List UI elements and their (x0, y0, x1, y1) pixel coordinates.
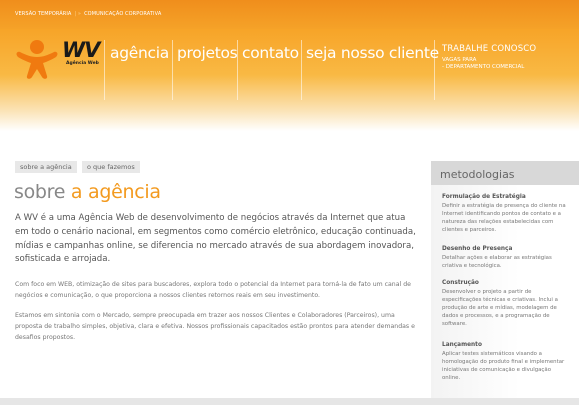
tab-o-que-fazemos[interactable]: o que fazemos (82, 161, 140, 173)
methodology-item: Formulação de Estratégia Definir a estra… (442, 194, 567, 234)
page-title: sobre a agência (14, 181, 161, 203)
body-paragraph: Estamos em sintonia com o Mercado, sempr… (15, 312, 415, 341)
nav-item-projetos[interactable]: projetos (177, 40, 238, 62)
careers-link-vagas[interactable]: VAGAS PARA (442, 57, 536, 64)
logo-wordmark: WV (62, 38, 100, 62)
methodology-title: Construção (442, 280, 479, 286)
methodology-title: Lançamento (442, 342, 482, 348)
site-header: WV Agência Web agência projetos contato … (0, 29, 579, 131)
nav-divider (434, 40, 435, 100)
methodology-title: Formulação de Estratégia (442, 194, 526, 200)
methodology-item: Lançamento Aplicar testes sistemáticos v… (442, 342, 567, 382)
body-paragraph: Com foco em WEB, otimização de sites par… (15, 281, 411, 299)
page-title-accent: a agência (70, 181, 161, 203)
methodology-title: Desenho de Presença (442, 246, 513, 252)
methodology-item: Desenho de Presença Detalhar ações e ela… (442, 246, 567, 270)
methodology-text: Desenvolver o projeto a partir de especi… (442, 289, 558, 327)
nav-item-agencia[interactable]: agência (110, 40, 169, 62)
intro-paragraph: A WV é a uma Agência Web de desenvolvime… (15, 213, 416, 265)
version-label: VERSÃO TEMPORÁRIA (15, 11, 72, 17)
methodology-item: Construção Desenvolver o projeto a parti… (442, 280, 567, 328)
nav-divider (237, 40, 238, 100)
sidebar-title: metodologias (440, 168, 515, 181)
nav-divider (104, 40, 105, 100)
nav-divider (172, 40, 173, 100)
logo-subtitle: Agência Web (66, 61, 99, 66)
tagline-label: COMUNICAÇÃO CORPORATIVA (84, 11, 162, 17)
logo-mascot-icon (16, 40, 58, 79)
methodologies-sidebar: metodologias Formulação de Estratégia De… (431, 161, 579, 398)
top-bar-separator: | » (74, 11, 82, 17)
sidebar-header: metodologias (431, 161, 579, 185)
methodology-text: Detalhar ações e elaborar as estratégias… (442, 255, 552, 269)
nav-item-trabalhe-conosco[interactable]: TRABALHE CONOSCO (442, 44, 536, 54)
tab-sobre-a-agencia[interactable]: sobre a agência (15, 161, 77, 173)
top-bar-text: VERSÃO TEMPORÁRIA | » COMUNICAÇÃO CORPORAT… (15, 11, 161, 17)
footer-strip (0, 398, 579, 405)
top-bar: VERSÃO TEMPORÁRIA | » COMUNICAÇÃO CORPORAT… (0, 0, 579, 29)
careers-link-comercial[interactable]: - DEPARTAMENTO COMERCIAL (442, 64, 536, 71)
careers-nav: TRABALHE CONOSCO VAGAS PARA - DEPARTAMEN… (442, 44, 536, 71)
nav-item-seja-nosso-cliente[interactable]: seja nosso cliente (306, 40, 439, 62)
nav-item-contato[interactable]: contato (242, 40, 299, 62)
methodology-text: Definir a estratégia de presença do clie… (442, 203, 566, 233)
nav-divider (301, 40, 302, 100)
logo[interactable]: WV Agência Web (0, 29, 104, 99)
page-title-lead: sobre (14, 181, 66, 203)
methodology-text: Aplicar testes sistemáticos visando a ho… (442, 351, 565, 381)
